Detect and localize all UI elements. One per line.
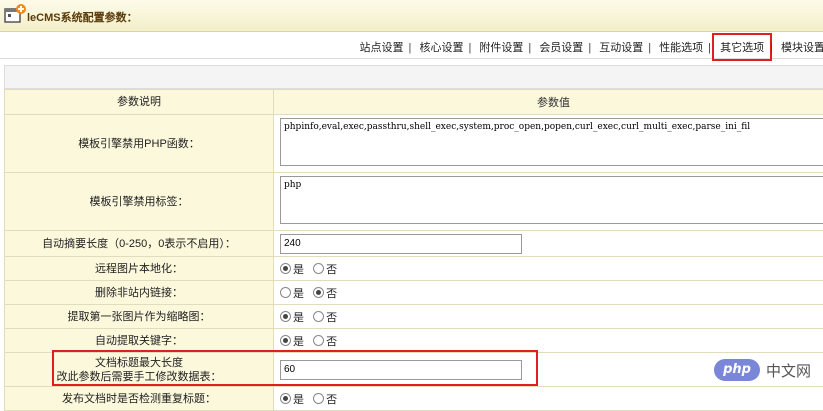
row-label-first-pic: 提取第一张图片作为缩略图： — [5, 305, 274, 329]
summary-length-input[interactable] — [280, 234, 522, 254]
tab-core-settings[interactable]: 核心设置 — [415, 39, 467, 55]
nav-separator: | — [769, 42, 774, 54]
disabled-funcs-textarea[interactable]: phpinfo,eval,exec,passthru,shell_exec,sy… — [280, 118, 823, 166]
watermark-text: 中文网 — [766, 360, 811, 381]
delete-links-yes-radio[interactable] — [280, 287, 291, 298]
php-logo: php — [714, 359, 760, 381]
radio-label-no: 否 — [326, 264, 337, 276]
radio-label-yes: 是 — [293, 312, 304, 324]
tab-interaction-settings[interactable]: 互动设置 — [595, 39, 647, 55]
title-bar: leCMS系统配置参数： — [0, 0, 823, 32]
nav-separator: | — [408, 42, 413, 54]
radio-label-no: 否 — [326, 394, 337, 406]
table-row: 自动提取关键字： 是 否 — [5, 329, 823, 353]
tab-other-options[interactable]: 其它选项 — [715, 36, 769, 58]
tab-attachment-settings[interactable]: 附件设置 — [475, 39, 527, 55]
nav-separator: | — [467, 42, 472, 54]
nav-separator: | — [587, 42, 592, 54]
table-row: 自动摘要长度（0-250，0表示不启用）： — [5, 231, 823, 257]
radio-label-yes: 是 — [293, 336, 304, 348]
page-title: leCMS系统配置参数： — [27, 9, 138, 25]
row-label-remote-pic: 远程图片本地化： — [5, 257, 274, 281]
table-row: 删除非站内链接： 是 否 — [5, 281, 823, 305]
row-label-disabled-tags: 模板引擎禁用标签： — [5, 173, 274, 231]
column-header-value: 参数值 — [274, 90, 823, 115]
tab-module-settings[interactable]: 模块设置 — [777, 39, 823, 55]
table-row: 模板引擎禁用标签： php — [5, 173, 823, 231]
disabled-tags-textarea[interactable]: php — [280, 176, 823, 224]
table-row: 提取第一张图片作为缩略图： 是 否 — [5, 305, 823, 329]
nav-separator: | — [707, 42, 712, 54]
radio-label-no: 否 — [326, 288, 337, 300]
tab-member-settings[interactable]: 会员设置 — [535, 39, 587, 55]
tab-site-settings[interactable]: 站点设置 — [356, 39, 408, 55]
table-header-row: 参数说明 参数值 — [5, 90, 823, 115]
delete-links-no-radio[interactable] — [313, 287, 324, 298]
watermark: php 中文网 — [714, 359, 811, 381]
nav-separator: | — [647, 42, 652, 54]
row-label-summary-length: 自动摘要长度（0-250，0表示不启用）： — [5, 231, 274, 257]
radio-label-no: 否 — [326, 336, 337, 348]
radio-label-yes: 是 — [293, 264, 304, 276]
settings-tabs: 站点设置| 核心设置| 附件设置| 会员设置| 互动设置| 性能选项| 其它选项… — [356, 36, 823, 58]
table-row: 远程图片本地化： 是 否 — [5, 257, 823, 281]
auto-keywords-no-radio[interactable] — [313, 335, 324, 346]
highlight-box — [52, 350, 538, 386]
row-label-delete-links: 删除非站内链接： — [5, 281, 274, 305]
radio-label-yes: 是 — [293, 394, 304, 406]
section-bar — [4, 65, 823, 89]
table-row: 模板引擎禁用PHP函数： phpinfo,eval,exec,passthru,… — [5, 115, 823, 173]
row-label-disabled-funcs: 模板引擎禁用PHP函数： — [5, 115, 274, 173]
add-window-icon — [3, 3, 27, 27]
auto-keywords-yes-radio[interactable] — [280, 335, 291, 346]
tab-performance-options[interactable]: 性能选项 — [655, 39, 707, 55]
nav-separator: | — [527, 42, 532, 54]
remote-pic-yes-radio[interactable] — [280, 263, 291, 274]
first-pic-no-radio[interactable] — [313, 311, 324, 322]
remote-pic-no-radio[interactable] — [313, 263, 324, 274]
radio-label-yes: 是 — [293, 288, 304, 300]
first-pic-yes-radio[interactable] — [280, 311, 291, 322]
column-header-description: 参数说明 — [5, 90, 274, 115]
row-label-auto-keywords: 自动提取关键字： — [5, 329, 274, 353]
radio-label-no: 否 — [326, 312, 337, 324]
